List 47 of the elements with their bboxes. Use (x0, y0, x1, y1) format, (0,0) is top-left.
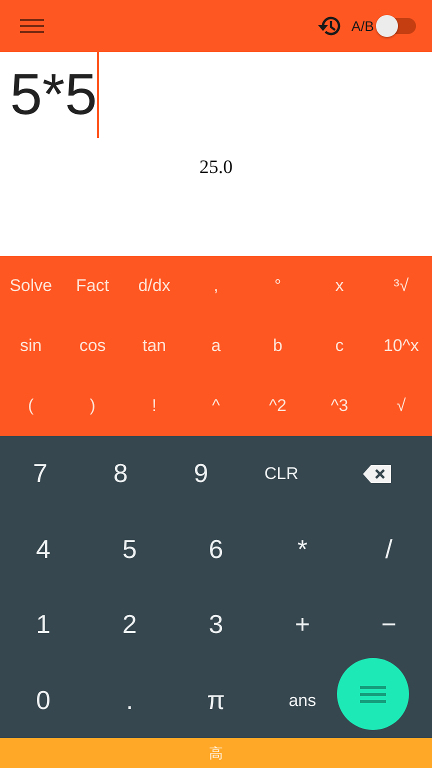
function-key[interactable]: ^3 (308, 376, 370, 436)
key[interactable]: 8 (80, 436, 161, 512)
switch-label: A/B (351, 16, 374, 36)
key[interactable]: 9 (160, 436, 242, 512)
function-key[interactable]: x (308, 256, 370, 316)
key[interactable]: 6 (172, 512, 260, 587)
function-key[interactable]: d/dx (123, 256, 186, 316)
function-key[interactable]: ° (246, 256, 309, 316)
function-key[interactable]: ^ (185, 376, 247, 436)
key[interactable]: CLR (241, 436, 322, 512)
function-key[interactable]: √ (370, 376, 432, 436)
key[interactable]: 4 (0, 512, 86, 587)
function-key[interactable]: b (246, 316, 309, 376)
menu-icon (360, 684, 386, 704)
toggle-switch[interactable] (378, 18, 416, 34)
function-key[interactable]: a (185, 316, 247, 376)
function-key[interactable]: Solve (0, 256, 62, 316)
key[interactable]: 3 (172, 587, 260, 662)
expression-text: 5*5 (10, 62, 98, 127)
function-key[interactable]: ( (0, 376, 62, 436)
function-key[interactable]: ^2 (246, 376, 309, 436)
function-key[interactable]: cos (62, 316, 124, 376)
key[interactable]: 7 (0, 436, 80, 512)
key[interactable]: π (172, 662, 260, 738)
key[interactable]: 2 (86, 587, 173, 662)
function-key[interactable]: sin (0, 316, 62, 376)
backspace-icon (362, 464, 392, 484)
bottom-bar-label[interactable]: 高 (209, 742, 223, 764)
key[interactable]: / (346, 512, 432, 587)
key[interactable]: * (259, 512, 346, 587)
key[interactable]: 1 (0, 587, 86, 662)
function-key[interactable]: tan (123, 316, 186, 376)
function-key[interactable]: Fact (62, 256, 124, 316)
key[interactable]: ans (259, 662, 346, 738)
result-text: 25.0 (199, 156, 233, 180)
function-key[interactable]: 10^x (370, 316, 432, 376)
function-key[interactable]: c (308, 316, 370, 376)
key[interactable]: 0 (0, 662, 86, 738)
function-key[interactable]: ! (123, 376, 186, 436)
key[interactable]: . (86, 662, 173, 738)
function-key[interactable]: , (185, 256, 247, 316)
menu-icon (20, 18, 44, 34)
key[interactable]: − (346, 587, 432, 662)
function-key[interactable]: ) (62, 376, 124, 436)
key[interactable]: 5 (86, 512, 173, 587)
key[interactable]: + (259, 587, 346, 662)
function-key[interactable]: ³√ (370, 256, 432, 316)
